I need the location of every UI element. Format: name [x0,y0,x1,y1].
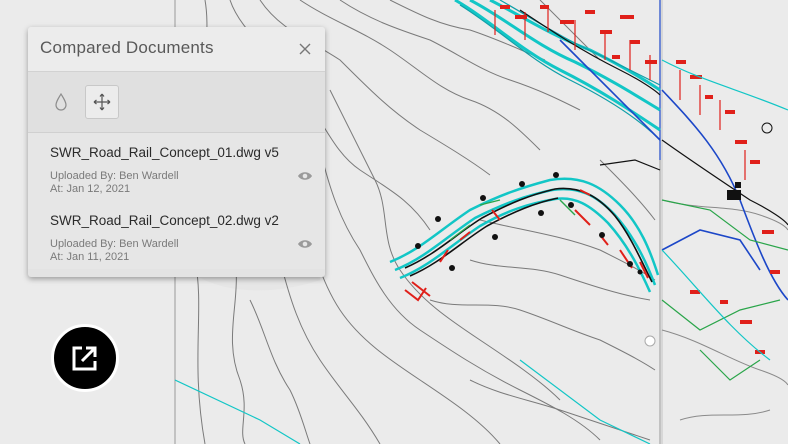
document-date: At: Jan 12, 2021 [50,183,131,195]
eye-icon[interactable] [297,169,313,181]
panel-title: Compared Documents [40,38,214,57]
move-icon[interactable] [85,85,119,119]
document-uploaded-by: Uploaded By: Ben Wardell [50,170,179,182]
droplet-icon[interactable] [44,85,78,119]
document-name: SWR_Road_Rail_Concept_02.dwg v2 [50,213,279,228]
document-list: SWR_Road_Rail_Concept_01.dwg v5 Uploaded… [28,133,325,269]
document-item[interactable]: SWR_Road_Rail_Concept_02.dwg v2 Uploaded… [28,201,325,269]
document-uploaded-by: Uploaded By: Ben Wardell [50,238,179,250]
panel-header: Compared Documents [28,27,325,72]
compared-documents-panel: Compared Documents SWR_Road_Rail_Concept… [28,27,325,277]
document-date: At: Jan 11, 2021 [50,251,130,263]
close-icon[interactable] [295,39,315,59]
document-item[interactable]: SWR_Road_Rail_Concept_01.dwg v5 Uploaded… [28,133,325,201]
external-link-icon[interactable] [51,324,119,392]
document-name: SWR_Road_Rail_Concept_01.dwg v5 [50,145,279,160]
eye-icon[interactable] [297,237,313,249]
drawing-viewer[interactable]: Compared Documents SWR_Road_Rail_Concept… [0,0,788,444]
compare-toolbar [28,72,325,133]
